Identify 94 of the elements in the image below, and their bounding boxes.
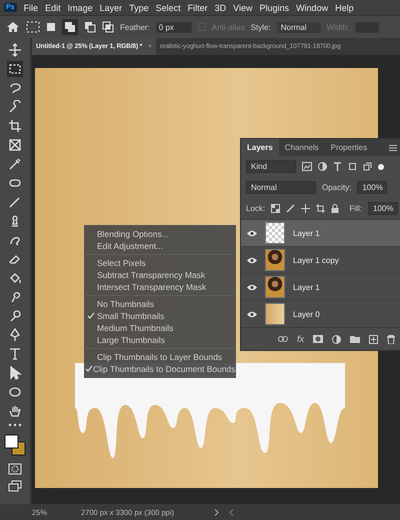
menu-item[interactable]: Plugins — [260, 2, 290, 12]
context-menu-item[interactable]: Edit Adjustment... — [85, 240, 235, 252]
feather-field[interactable]: 0 px — [156, 22, 192, 32]
context-menu-item[interactable]: Clip Thumbnails to Layer Bounds — [85, 351, 235, 363]
eye-icon[interactable] — [247, 310, 257, 318]
layer-name: Layer 1 — [293, 282, 320, 292]
eye-icon[interactable] — [247, 284, 257, 290]
menu-item[interactable]: Help — [335, 2, 354, 12]
color-swatches-icon[interactable] — [3, 433, 27, 457]
menu-item[interactable]: Filter — [188, 2, 208, 12]
frame-icon[interactable] — [7, 137, 23, 153]
menu-item[interactable]: Type — [129, 2, 149, 12]
feather-label: Feather: — [120, 22, 150, 32]
menu-item[interactable]: View — [233, 2, 253, 12]
checkmark-icon — [87, 312, 95, 320]
context-menu-item[interactable]: Small Thumbnails — [85, 310, 235, 322]
hand-icon[interactable] — [7, 403, 23, 419]
layer-row[interactable]: Layer 1 copy — [241, 246, 400, 273]
menu-item[interactable]: 3D — [214, 2, 226, 12]
blend-mode-dropdown[interactable]: Normal — [246, 181, 316, 194]
layer-row[interactable]: Layer 1 — [241, 273, 400, 300]
trash-icon[interactable] — [387, 334, 395, 344]
layer-thumbnail — [265, 276, 285, 298]
move-icon[interactable] — [301, 204, 310, 213]
folder-icon[interactable] — [350, 335, 360, 343]
layer-row[interactable]: Layer 1 — [241, 219, 400, 246]
adjustment-icon[interactable] — [332, 334, 341, 344]
more-tools-icon[interactable] — [7, 422, 23, 428]
quick-mask-icon[interactable] — [7, 462, 23, 476]
adjustment-filter-icon[interactable] — [318, 162, 327, 171]
layer-style-button[interactable]: fx — [296, 334, 304, 344]
menu-item[interactable]: File — [24, 2, 38, 12]
context-menu-item[interactable]: Subtract Transparency Mask — [85, 269, 235, 281]
context-menu-item[interactable]: Intersect Transparency Mask — [85, 281, 235, 293]
link-icon[interactable] — [278, 336, 288, 342]
pen-icon[interactable] — [7, 327, 23, 343]
eye-icon[interactable] — [247, 256, 257, 264]
move-tool-icon[interactable] — [7, 42, 23, 58]
home-icon[interactable] — [6, 21, 20, 33]
fill-field[interactable]: 100% — [368, 202, 398, 215]
fill-label: Fill: — [350, 204, 362, 213]
add-selection-icon[interactable] — [62, 19, 78, 35]
panel-tab[interactable]: Layers — [241, 139, 279, 156]
opacity-field[interactable]: 100% — [357, 181, 388, 194]
mask-icon[interactable] — [313, 335, 323, 343]
crop-icon[interactable] — [7, 118, 23, 134]
padlock-icon[interactable] — [331, 204, 340, 213]
subtract-selection-icon[interactable] — [84, 21, 96, 33]
layer-name: Layer 1 copy — [293, 256, 339, 264]
menu-item[interactable]: Layer — [100, 2, 122, 12]
context-menu-item[interactable]: No Thumbnails — [85, 298, 235, 310]
layer-thumbnail — [265, 303, 285, 325]
layer-name: Layer 0 — [293, 310, 320, 318]
type-filter-icon[interactable] — [333, 162, 342, 171]
new-selection-icon[interactable] — [46, 22, 56, 32]
shape-filter-icon[interactable] — [348, 162, 357, 171]
menu-item[interactable]: Image — [68, 2, 93, 12]
panel-tab[interactable]: Properties — [324, 139, 374, 156]
context-menu-item[interactable]: Select Pixels — [85, 257, 235, 269]
marquee-tool-icon[interactable] — [7, 61, 23, 77]
image-filter-icon[interactable] — [302, 162, 312, 171]
style-label: Style: — [250, 22, 271, 32]
eyedropper-icon[interactable] — [7, 156, 23, 172]
context-menu-item[interactable]: Large Thumbnails — [85, 334, 235, 346]
brush-icon[interactable] — [286, 204, 296, 213]
menu-item[interactable]: Window — [296, 2, 328, 12]
checkmark-icon — [85, 365, 93, 373]
marquee-icon[interactable] — [26, 21, 40, 33]
panel-tab[interactable]: Channels — [278, 139, 325, 156]
opacity-label: Opacity: — [322, 183, 352, 192]
lock-label: Lock: — [246, 204, 266, 213]
layer-row[interactable]: Layer 0 — [241, 300, 400, 327]
type-tool-icon[interactable] — [7, 346, 23, 362]
menu-item[interactable]: Edit — [45, 2, 61, 12]
context-menu-item[interactable]: Blending Options... — [85, 228, 235, 240]
chevron-left-icon[interactable] — [229, 508, 234, 516]
new-layer-icon[interactable] — [369, 334, 378, 344]
context-menu-item[interactable]: Medium Thumbnails — [85, 322, 235, 334]
artboard-icon[interactable] — [316, 204, 326, 213]
menu-item[interactable]: Select — [156, 2, 181, 12]
menu-icon[interactable] — [389, 144, 397, 150]
screen-mode-icon[interactable] — [7, 479, 23, 493]
context-menu-item[interactable]: Clip Thumbnails to Document Bounds — [85, 363, 235, 375]
lock-pixels-icon[interactable] — [271, 204, 280, 213]
smart-object-filter-icon[interactable] — [363, 162, 372, 171]
intersect-selection-icon[interactable] — [102, 21, 114, 33]
filter-dropdown[interactable]: Kind — [246, 160, 296, 173]
eye-icon[interactable] — [247, 230, 257, 236]
filter-toggle-icon[interactable] — [378, 164, 384, 170]
style-dropdown[interactable]: Normal — [276, 22, 320, 32]
chevron-right-icon[interactable] — [214, 508, 219, 516]
layer-name: Layer 1 — [293, 228, 320, 238]
layer-thumbnail — [265, 222, 285, 244]
layer-thumbnail — [265, 249, 285, 271]
